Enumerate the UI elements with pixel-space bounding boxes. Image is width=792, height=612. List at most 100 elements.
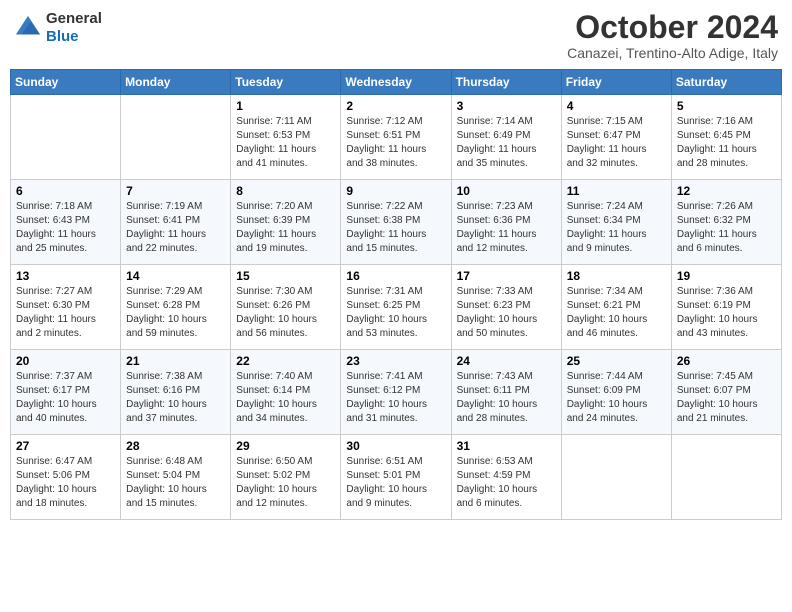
calendar-day-cell: 10Sunrise: 7:23 AMSunset: 6:36 PMDayligh… xyxy=(451,180,561,265)
day-info: Sunrise: 6:53 AMSunset: 4:59 PMDaylight:… xyxy=(457,455,556,511)
calendar-week-row: 27 Sunrise: 6:47 AMSunset: 5:06 PMDayligh… xyxy=(11,435,782,520)
day-number: 1 xyxy=(236,99,335,113)
calendar-day-cell: 25Sunrise: 7:44 AMSunset: 6:09 PMDayligh… xyxy=(561,350,671,435)
day-of-week-header: Wednesday xyxy=(341,70,451,95)
day-of-week-header: Friday xyxy=(561,70,671,95)
calendar-day-cell xyxy=(561,435,671,520)
day-info: Sunrise: 7:18 AMSunset: 6:43 PMDaylight:… xyxy=(16,200,115,256)
calendar-day-cell: 8Sunrise: 7:20 AMSunset: 6:39 PMDaylight… xyxy=(231,180,341,265)
calendar-day-cell: 28 Sunrise: 6:48 AMSunset: 5:04 PMDayligh… xyxy=(121,435,231,520)
calendar-day-cell xyxy=(121,95,231,180)
day-info: Sunrise: 7:31 AMSunset: 6:25 PMDaylight:… xyxy=(346,285,445,341)
day-number: 20 xyxy=(16,354,115,368)
day-number: 2 xyxy=(346,99,445,113)
day-number: 27 xyxy=(16,439,115,453)
day-info: Sunrise: 7:40 AMSunset: 6:14 PMDaylight:… xyxy=(236,370,335,426)
day-of-week-header: Thursday xyxy=(451,70,561,95)
calendar-week-row: 1 Sunrise: 7:11 AMSunset: 6:53 PMDaylight… xyxy=(11,95,782,180)
day-of-week-header: Sunday xyxy=(11,70,121,95)
day-number: 13 xyxy=(16,269,115,283)
day-of-week-header: Tuesday xyxy=(231,70,341,95)
day-number: 21 xyxy=(126,354,225,368)
day-info: Sunrise: 6:50 AMSunset: 5:02 PMDaylight:… xyxy=(236,455,335,511)
day-number: 12 xyxy=(677,184,776,198)
day-info: Sunrise: 7:24 AMSunset: 6:34 PMDaylight:… xyxy=(567,200,666,256)
day-of-week-header: Saturday xyxy=(671,70,781,95)
days-of-week-row: SundayMondayTuesdayWednesdayThursdayFrid… xyxy=(11,70,782,95)
calendar-table: SundayMondayTuesdayWednesdayThursdayFrid… xyxy=(10,69,782,520)
day-info: Sunrise: 7:36 AMSunset: 6:19 PMDaylight:… xyxy=(677,285,776,341)
day-number: 11 xyxy=(567,184,666,198)
calendar-day-cell: 27 Sunrise: 6:47 AMSunset: 5:06 PMDayligh… xyxy=(11,435,121,520)
day-info: Sunrise: 6:47 AMSunset: 5:06 PMDaylight:… xyxy=(16,455,115,511)
day-number: 31 xyxy=(457,439,556,453)
calendar-day-cell: 31 Sunrise: 6:53 AMSunset: 4:59 PMDayligh… xyxy=(451,435,561,520)
day-info: Sunrise: 7:15 AMSunset: 6:47 PMDaylight:… xyxy=(567,115,666,171)
month-title: October 2024 xyxy=(567,10,778,45)
day-info: Sunrise: 7:34 AMSunset: 6:21 PMDaylight:… xyxy=(567,285,666,341)
day-info: Sunrise: 7:22 AMSunset: 6:38 PMDaylight:… xyxy=(346,200,445,256)
day-number: 9 xyxy=(346,184,445,198)
calendar-day-cell: 13 Sunrise: 7:27 AMSunset: 6:30 PMDayligh… xyxy=(11,265,121,350)
day-number: 4 xyxy=(567,99,666,113)
day-number: 22 xyxy=(236,354,335,368)
day-number: 8 xyxy=(236,184,335,198)
calendar-day-cell xyxy=(11,95,121,180)
calendar-day-cell xyxy=(671,435,781,520)
day-info: Sunrise: 7:38 AMSunset: 6:16 PMDaylight:… xyxy=(126,370,225,426)
day-number: 15 xyxy=(236,269,335,283)
day-number: 19 xyxy=(677,269,776,283)
day-info: Sunrise: 6:48 AMSunset: 5:04 PMDaylight:… xyxy=(126,455,225,511)
calendar-day-cell: 3 Sunrise: 7:14 AMSunset: 6:49 PMDaylight… xyxy=(451,95,561,180)
calendar-day-cell: 4 Sunrise: 7:15 AMSunset: 6:47 PMDaylight… xyxy=(561,95,671,180)
logo-icon xyxy=(14,14,42,42)
day-number: 29 xyxy=(236,439,335,453)
title-block: October 2024 Canazei, Trentino-Alto Adig… xyxy=(567,10,778,61)
logo: General Blue xyxy=(14,10,102,46)
calendar-day-cell: 2Sunrise: 7:12 AMSunset: 6:51 PMDaylight… xyxy=(341,95,451,180)
day-number: 18 xyxy=(567,269,666,283)
calendar-week-row: 6 Sunrise: 7:18 AMSunset: 6:43 PMDaylight… xyxy=(11,180,782,265)
day-number: 26 xyxy=(677,354,776,368)
day-number: 16 xyxy=(346,269,445,283)
day-info: Sunrise: 7:45 AMSunset: 6:07 PMDaylight:… xyxy=(677,370,776,426)
day-info: Sunrise: 7:43 AMSunset: 6:11 PMDaylight:… xyxy=(457,370,556,426)
calendar-day-cell: 30Sunrise: 6:51 AMSunset: 5:01 PMDayligh… xyxy=(341,435,451,520)
day-info: Sunrise: 7:27 AMSunset: 6:30 PMDaylight:… xyxy=(16,285,115,341)
page-header: General Blue October 2024 Canazei, Trent… xyxy=(10,10,782,61)
calendar-day-cell: 5Sunrise: 7:16 AMSunset: 6:45 PMDaylight… xyxy=(671,95,781,180)
day-number: 17 xyxy=(457,269,556,283)
day-info: Sunrise: 7:44 AMSunset: 6:09 PMDaylight:… xyxy=(567,370,666,426)
day-info: Sunrise: 7:30 AMSunset: 6:26 PMDaylight:… xyxy=(236,285,335,341)
day-number: 3 xyxy=(457,99,556,113)
day-info: Sunrise: 7:26 AMSunset: 6:32 PMDaylight:… xyxy=(677,200,776,256)
day-number: 6 xyxy=(16,184,115,198)
calendar-day-cell: 23 Sunrise: 7:41 AMSunset: 6:12 PMDayligh… xyxy=(341,350,451,435)
calendar-day-cell: 24Sunrise: 7:43 AMSunset: 6:11 PMDayligh… xyxy=(451,350,561,435)
calendar-day-cell: 29 Sunrise: 6:50 AMSunset: 5:02 PMDayligh… xyxy=(231,435,341,520)
day-number: 28 xyxy=(126,439,225,453)
calendar-day-cell: 26 Sunrise: 7:45 AMSunset: 6:07 PMDayligh… xyxy=(671,350,781,435)
calendar-day-cell: 11 Sunrise: 7:24 AMSunset: 6:34 PMDayligh… xyxy=(561,180,671,265)
calendar-day-cell: 18 Sunrise: 7:34 AMSunset: 6:21 PMDayligh… xyxy=(561,265,671,350)
day-info: Sunrise: 7:33 AMSunset: 6:23 PMDaylight:… xyxy=(457,285,556,341)
day-number: 14 xyxy=(126,269,225,283)
calendar-body: 1 Sunrise: 7:11 AMSunset: 6:53 PMDaylight… xyxy=(11,95,782,520)
calendar-day-cell: 7Sunrise: 7:19 AMSunset: 6:41 PMDaylight… xyxy=(121,180,231,265)
day-number: 7 xyxy=(126,184,225,198)
day-info: Sunrise: 7:37 AMSunset: 6:17 PMDaylight:… xyxy=(16,370,115,426)
calendar-day-cell: 19 Sunrise: 7:36 AMSunset: 6:19 PMDayligh… xyxy=(671,265,781,350)
day-info: Sunrise: 7:11 AMSunset: 6:53 PMDaylight:… xyxy=(236,115,335,171)
day-info: Sunrise: 6:51 AMSunset: 5:01 PMDaylight:… xyxy=(346,455,445,511)
calendar-day-cell: 12 Sunrise: 7:26 AMSunset: 6:32 PMDayligh… xyxy=(671,180,781,265)
calendar-day-cell: 9 Sunrise: 7:22 AMSunset: 6:38 PMDaylight… xyxy=(341,180,451,265)
day-info: Sunrise: 7:41 AMSunset: 6:12 PMDaylight:… xyxy=(346,370,445,426)
day-info: Sunrise: 7:16 AMSunset: 6:45 PMDaylight:… xyxy=(677,115,776,171)
logo-general-text: General xyxy=(46,10,102,27)
day-info: Sunrise: 7:29 AMSunset: 6:28 PMDaylight:… xyxy=(126,285,225,341)
calendar-week-row: 13 Sunrise: 7:27 AMSunset: 6:30 PMDayligh… xyxy=(11,265,782,350)
logo-blue-text: Blue xyxy=(46,28,79,45)
day-info: Sunrise: 7:14 AMSunset: 6:49 PMDaylight:… xyxy=(457,115,556,171)
day-number: 23 xyxy=(346,354,445,368)
calendar-day-cell: 20 Sunrise: 7:37 AMSunset: 6:17 PMDayligh… xyxy=(11,350,121,435)
